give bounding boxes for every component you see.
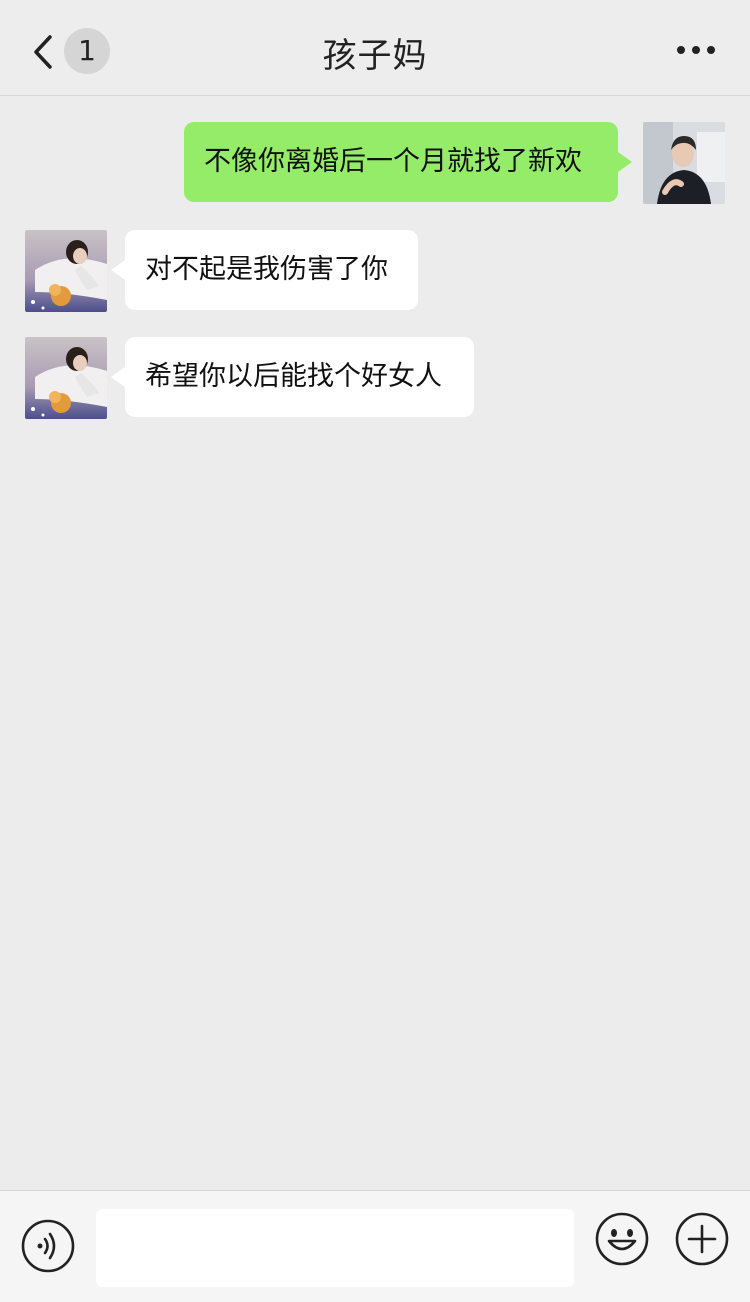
- chat-header: 1 孩子妈: [0, 0, 750, 96]
- more-dots-icon: [677, 46, 715, 54]
- person-photo-icon: [25, 230, 107, 312]
- more-functions-button[interactable]: [674, 1211, 730, 1267]
- emoji-button[interactable]: [594, 1211, 650, 1267]
- input-bar: [0, 1190, 750, 1302]
- message-text: 希望你以后能找个好女人: [145, 361, 442, 392]
- contact-avatar[interactable]: [25, 337, 107, 419]
- person-photo-icon: [25, 337, 107, 419]
- message-row-incoming: 希望你以后能找个好女人: [0, 337, 750, 421]
- message-input[interactable]: [96, 1209, 574, 1287]
- message-bubble-incoming[interactable]: 希望你以后能找个好女人: [111, 337, 474, 417]
- emoji-icon: [595, 1212, 649, 1266]
- message-bubble-incoming[interactable]: 对不起是我伤害了你: [111, 230, 418, 310]
- more-button[interactable]: [676, 40, 716, 60]
- voice-icon: [21, 1219, 75, 1273]
- voice-button[interactable]: [20, 1218, 76, 1274]
- message-row-incoming: 对不起是我伤害了你: [0, 229, 750, 313]
- message-text: 对不起是我伤害了你: [145, 254, 388, 285]
- plus-icon: [675, 1212, 729, 1266]
- person-photo-icon: [643, 122, 725, 204]
- contact-avatar[interactable]: [25, 230, 107, 312]
- message-bubble-outgoing[interactable]: 不像你离婚后一个月就找了新欢: [184, 122, 632, 202]
- my-avatar[interactable]: [643, 122, 725, 204]
- message-row-outgoing: 不像你离婚后一个月就找了新欢: [0, 121, 750, 205]
- message-text: 不像你离婚后一个月就找了新欢: [204, 146, 582, 177]
- chat-title: 孩子妈: [322, 36, 428, 76]
